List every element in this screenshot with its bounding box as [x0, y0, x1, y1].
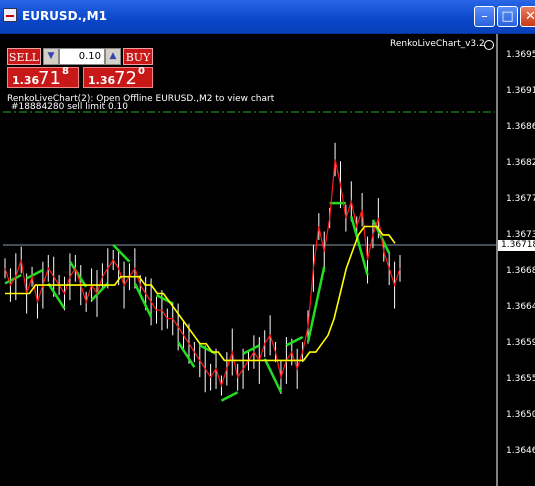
bid-price-pips: 71 [38, 68, 61, 89]
trend-segment [220, 391, 239, 402]
smiley-icon [484, 40, 494, 50]
price-tick: 1.36550 [506, 374, 535, 384]
chevron-down-icon: ▼ [47, 51, 55, 61]
price-tick: 1.36505 [506, 410, 535, 420]
price-tick: 1.36685 [506, 266, 535, 276]
price-tick: 1.36640 [506, 302, 535, 312]
price-tick: 1.36775 [506, 194, 535, 204]
current-price-label: 1.36718 [498, 240, 535, 251]
price-tick: 1.36820 [506, 158, 535, 168]
buy-button[interactable]: BUY [123, 48, 153, 65]
chart-area[interactable]: SELL ▼ 0.10 ▲ BUY 1.36 71 8 1.36 72 0 Re… [0, 34, 535, 486]
ask-price-box[interactable]: 1.36 72 0 [83, 66, 153, 89]
price-tick: 1.36955 [506, 50, 535, 60]
trend-segment [285, 335, 304, 347]
trend-segment [242, 344, 260, 355]
price-bars [4, 142, 401, 396]
ask-price-big: 1.36 [88, 74, 116, 87]
title-bar[interactable]: EURUSD.,M1 – □ ✕ [0, 0, 535, 34]
bid-price-big: 1.36 [12, 74, 40, 87]
minimize-button[interactable]: – [474, 6, 495, 27]
price-tick: 1.36460 [506, 446, 535, 456]
chart-window-icon [3, 8, 17, 22]
trend-segment [26, 268, 44, 280]
trend-segment [177, 341, 196, 368]
price-tick: 1.36865 [506, 122, 535, 132]
trend-segments [4, 201, 391, 402]
trend-segment [112, 244, 131, 263]
close-button[interactable]: ✕ [520, 6, 535, 27]
trend-segment [68, 260, 88, 288]
trend-segment [47, 282, 66, 310]
window-title: EURUSD.,M1 [22, 9, 107, 23]
series-moving-average [5, 225, 396, 362]
price-tick: 1.36595 [506, 338, 535, 348]
one-click-trade-panel: SELL ▼ 0.10 ▲ BUY 1.36 71 8 1.36 72 0 [7, 48, 153, 89]
minimize-icon: – [481, 9, 488, 24]
chevron-up-icon: ▲ [109, 51, 117, 61]
lot-size-input[interactable]: 0.10 [59, 48, 105, 65]
close-icon: ✕ [525, 9, 535, 24]
chart-window: EURUSD.,M1 – □ ✕ SELL ▼ 0.10 ▲ BUY 1.36 … [0, 0, 535, 486]
maximize-button[interactable]: □ [497, 6, 518, 27]
lot-decrease-button[interactable]: ▼ [43, 48, 59, 65]
price-tick: 1.36910 [506, 86, 535, 96]
order-comment: #18884280 sell limit 0.10 [11, 102, 128, 112]
bid-price-fraction: 8 [62, 66, 69, 77]
indicator-label: RenkoLiveChart_v3.2 [390, 39, 485, 49]
ask-price-fraction: 0 [138, 66, 145, 77]
price-tick: 1.36730 [506, 230, 535, 240]
bid-price-box[interactable]: 1.36 71 8 [7, 66, 79, 89]
maximize-icon: □ [501, 9, 514, 24]
sell-button[interactable]: SELL [7, 48, 41, 65]
ask-price-pips: 72 [114, 68, 137, 89]
lot-increase-button[interactable]: ▲ [105, 48, 121, 65]
